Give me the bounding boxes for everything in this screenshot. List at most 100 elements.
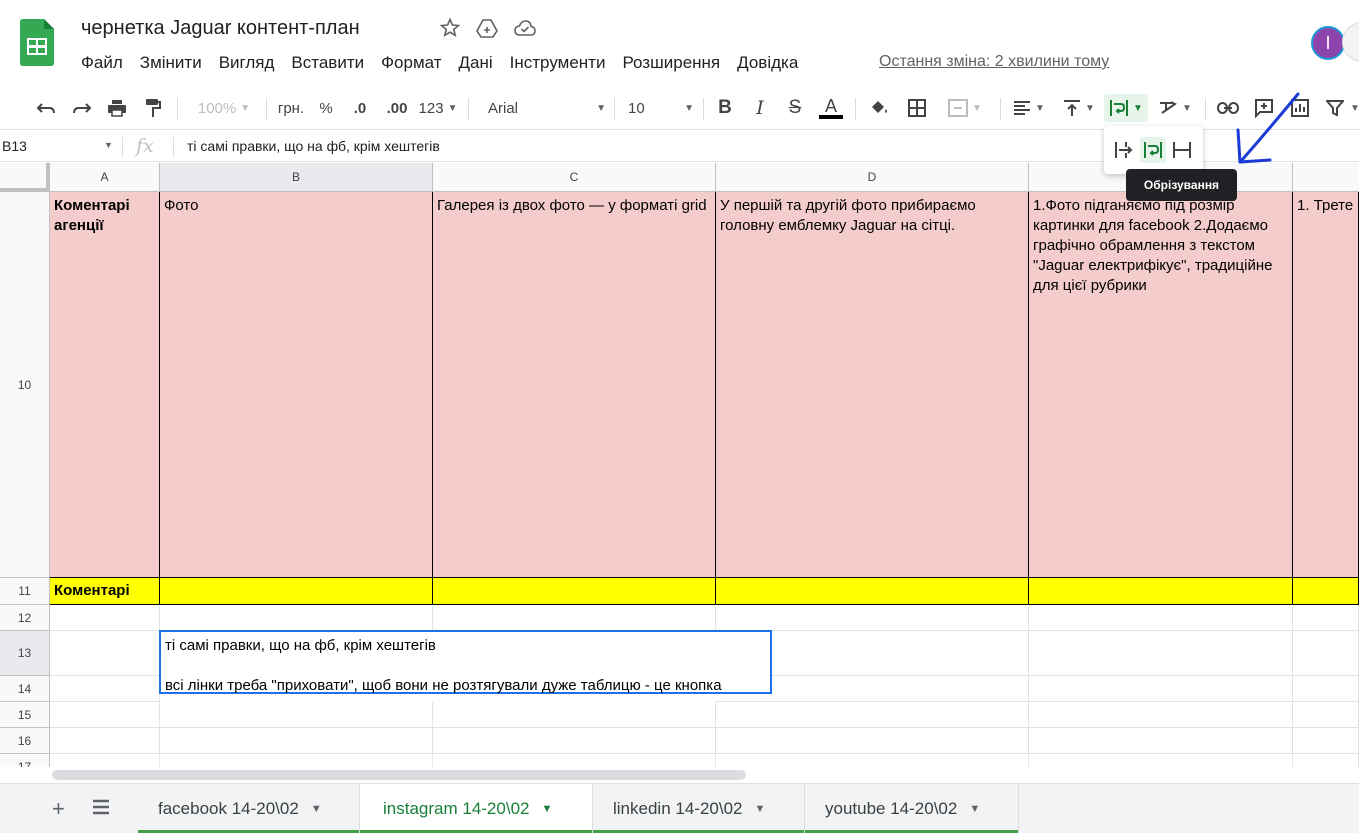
undo-icon[interactable] bbox=[34, 94, 58, 122]
italic-icon[interactable]: I bbox=[748, 94, 772, 122]
star-icon[interactable] bbox=[438, 16, 462, 40]
column-header-c[interactable]: C bbox=[433, 163, 716, 192]
cell-f10[interactable]: 1. Трете під форм bbox=[1293, 192, 1359, 578]
cell-b10[interactable]: Фото bbox=[160, 192, 433, 578]
document-title[interactable]: чернетка Jaguar контент-план bbox=[81, 17, 360, 40]
all-sheets-icon[interactable] bbox=[92, 799, 110, 820]
cell-f17[interactable] bbox=[1293, 754, 1359, 768]
column-header-a[interactable]: A bbox=[50, 163, 160, 192]
row-header-14[interactable]: 14 bbox=[0, 676, 50, 702]
sheet-tab-facebook[interactable]: facebook 14-20\02 ▼ bbox=[138, 784, 360, 833]
cell-a10[interactable]: Коментарі агенції bbox=[50, 192, 160, 578]
cell-b17[interactable] bbox=[160, 754, 433, 768]
cell-a11[interactable]: Коментарі bbox=[50, 578, 160, 605]
selected-cell-b13[interactable]: ті самі правки, що на фб, крім хештегів … bbox=[159, 630, 772, 694]
row-header-17[interactable]: 17 bbox=[0, 754, 50, 768]
menu-tools[interactable]: Інструменти bbox=[510, 53, 606, 73]
sheet-tab-linkedin[interactable]: linkedin 14-20\02 ▼ bbox=[593, 784, 805, 833]
cell-d11[interactable] bbox=[716, 578, 1029, 605]
menu-help[interactable]: Довідка bbox=[737, 53, 798, 73]
more-formats-button[interactable]: 123 ▼ bbox=[416, 94, 460, 122]
column-header-b[interactable]: B bbox=[160, 163, 433, 192]
font-family-select[interactable]: Arial ▼ bbox=[480, 94, 606, 122]
chevron-down-icon[interactable]: ▼ bbox=[541, 803, 552, 815]
text-wrapping-icon[interactable]: ▼ bbox=[1104, 94, 1148, 122]
add-sheet-icon[interactable]: + bbox=[52, 796, 65, 822]
paint-format-icon[interactable] bbox=[141, 94, 165, 122]
text-rotation-icon[interactable]: ▼ bbox=[1154, 94, 1196, 122]
last-edit-link[interactable]: Остання зміна: 2 хвилини тому bbox=[879, 53, 1109, 71]
bold-icon[interactable]: B bbox=[713, 94, 737, 122]
menu-insert[interactable]: Вставити bbox=[291, 53, 364, 73]
cell-e14[interactable] bbox=[1029, 676, 1293, 702]
zoom-select[interactable]: 100% ▼ bbox=[188, 94, 260, 122]
chevron-down-icon[interactable]: ▼ bbox=[754, 803, 765, 815]
cell-d17[interactable] bbox=[716, 754, 1029, 768]
name-box[interactable]: B13 bbox=[2, 138, 27, 154]
cell-a16[interactable] bbox=[50, 728, 160, 754]
decrease-decimals-button[interactable]: .0 bbox=[346, 94, 374, 122]
filter-icon[interactable] bbox=[1322, 94, 1348, 122]
sheet-tab-youtube[interactable]: youtube 14-20\02 ▼ bbox=[805, 784, 1019, 833]
cloud-saved-icon[interactable] bbox=[513, 16, 537, 40]
cell-a17[interactable] bbox=[50, 754, 160, 768]
menu-edit[interactable]: Змінити bbox=[140, 53, 202, 73]
wrap-wrap-icon[interactable] bbox=[1140, 137, 1166, 163]
menu-file[interactable]: Файл bbox=[81, 53, 123, 73]
redo-icon[interactable] bbox=[70, 94, 94, 122]
menu-extensions[interactable]: Розширення bbox=[622, 53, 720, 73]
cell-e11[interactable] bbox=[1029, 578, 1293, 605]
cell-b16[interactable] bbox=[160, 728, 433, 754]
vertical-align-icon[interactable]: ▼ bbox=[1058, 94, 1100, 122]
cell-a13[interactable] bbox=[50, 631, 160, 676]
cell-c11[interactable] bbox=[433, 578, 716, 605]
currency-button[interactable]: грн. bbox=[274, 94, 308, 122]
cell-f15[interactable] bbox=[1293, 702, 1359, 728]
row-header-15[interactable]: 15 bbox=[0, 702, 50, 728]
formula-input[interactable]: ті самі правки, що на фб, крім хештегів bbox=[187, 138, 440, 154]
merge-cells-icon[interactable]: ▼ bbox=[940, 94, 990, 122]
increase-decimals-button[interactable]: .00 bbox=[380, 94, 414, 122]
cell-d15[interactable] bbox=[716, 702, 1029, 728]
wrap-clip-icon[interactable] bbox=[1169, 137, 1195, 163]
cell-d12[interactable] bbox=[716, 605, 1029, 631]
cell-f11[interactable] bbox=[1293, 578, 1359, 605]
user-avatar[interactable]: I bbox=[1311, 26, 1345, 60]
cell-c16[interactable] bbox=[433, 728, 716, 754]
cell-e10[interactable]: 1.Фото підганяємо під розмір картинки дл… bbox=[1029, 192, 1293, 578]
cell-c12[interactable] bbox=[433, 605, 716, 631]
column-header-d[interactable]: D bbox=[716, 163, 1029, 192]
cell-c10[interactable]: Галерея із двох фото — у форматі grid bbox=[433, 192, 716, 578]
row-header-13[interactable]: 13 bbox=[0, 631, 50, 676]
percent-button[interactable]: % bbox=[314, 94, 338, 122]
font-size-select[interactable]: 10 ▼ bbox=[622, 94, 694, 122]
cell-c17[interactable] bbox=[433, 754, 716, 768]
row-header-10[interactable]: 10 bbox=[0, 192, 50, 578]
cell-f12[interactable] bbox=[1293, 605, 1359, 631]
menu-data[interactable]: Дані bbox=[459, 53, 493, 73]
sheets-logo-icon[interactable] bbox=[20, 19, 54, 66]
sheet-tab-instagram[interactable]: instagram 14-20\02 ▼ bbox=[360, 784, 593, 833]
cell-e17[interactable] bbox=[1029, 754, 1293, 768]
print-icon[interactable] bbox=[105, 94, 129, 122]
text-color-icon[interactable]: A bbox=[817, 94, 845, 122]
menu-format[interactable]: Формат bbox=[381, 53, 441, 73]
cell-b12[interactable] bbox=[160, 605, 433, 631]
cell-a12[interactable] bbox=[50, 605, 160, 631]
wrap-overflow-icon[interactable] bbox=[1111, 137, 1137, 163]
horizontal-scrollbar[interactable] bbox=[52, 770, 746, 780]
select-all-corner[interactable] bbox=[0, 163, 50, 192]
menu-view[interactable]: Вигляд bbox=[219, 53, 275, 73]
row-header-16[interactable]: 16 bbox=[0, 728, 50, 754]
more-toolbar-icon[interactable]: ▼ bbox=[1350, 94, 1359, 122]
cell-c15[interactable] bbox=[433, 702, 716, 728]
cell-e15[interactable] bbox=[1029, 702, 1293, 728]
borders-icon[interactable] bbox=[904, 94, 930, 122]
cell-e13[interactable] bbox=[1029, 631, 1293, 676]
cell-a14[interactable] bbox=[50, 676, 160, 702]
cell-f13[interactable] bbox=[1293, 631, 1359, 676]
cell-b11[interactable] bbox=[160, 578, 433, 605]
cell-f14[interactable] bbox=[1293, 676, 1359, 702]
cell-e16[interactable] bbox=[1029, 728, 1293, 754]
row-header-12[interactable]: 12 bbox=[0, 605, 50, 631]
